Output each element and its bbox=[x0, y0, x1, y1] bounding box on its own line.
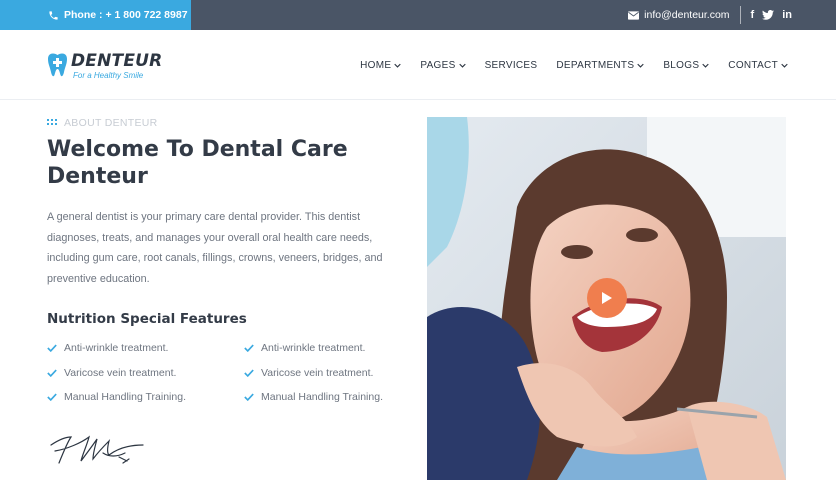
phone-contact[interactable]: Phone : + 1 800 722 8987 bbox=[0, 0, 191, 30]
chevron-down-icon bbox=[394, 63, 402, 68]
nav-services-label: SERVICES bbox=[484, 59, 538, 71]
section-eyebrow: ABOUT DENTEUR bbox=[47, 117, 158, 129]
nav-home-label: HOME bbox=[360, 59, 392, 71]
twitter-icon[interactable] bbox=[762, 10, 775, 20]
chevron-down-icon bbox=[458, 63, 466, 68]
nav-home[interactable]: HOME bbox=[360, 59, 402, 71]
nav-pages-label: PAGES bbox=[420, 59, 456, 71]
check-icon bbox=[244, 369, 254, 377]
logo[interactable]: DENTEUR For a Healthy Smile bbox=[47, 52, 162, 80]
page-title: Welcome To Dental Care Denteur bbox=[47, 137, 348, 189]
nav-services[interactable]: SERVICES bbox=[485, 60, 538, 71]
chevron-down-icon bbox=[781, 63, 788, 68]
check-icon bbox=[47, 344, 57, 352]
feature-item: Anti-wrinkle treatment. bbox=[47, 340, 244, 356]
chevron-down-icon bbox=[637, 63, 645, 68]
nav-blogs-label: BLOGS bbox=[663, 59, 700, 71]
phone-number[interactable]: + 1 800 722 8987 bbox=[106, 9, 188, 21]
social-links: f in bbox=[751, 9, 792, 21]
feature-item: Varicose vein treatment. bbox=[244, 365, 397, 381]
check-icon bbox=[244, 344, 254, 352]
dental-photo bbox=[427, 117, 786, 480]
eyebrow-label: ABOUT DENTEUR bbox=[64, 117, 158, 129]
nav-blogs[interactable]: BLOGS bbox=[663, 60, 709, 71]
feature-item: Manual Handling Training. bbox=[47, 389, 244, 405]
linkedin-icon[interactable]: in bbox=[782, 9, 792, 21]
feature-label: Varicose vein treatment. bbox=[261, 366, 374, 379]
features-title: Nutrition Special Features bbox=[47, 311, 247, 327]
nav-contact-label: CONTACT bbox=[728, 59, 778, 71]
play-video-button[interactable] bbox=[587, 278, 627, 318]
nav-departments-label: DEPARTMENTS bbox=[556, 59, 635, 71]
email-link[interactable]: info@denteur.com bbox=[644, 9, 729, 21]
phone-icon bbox=[48, 10, 59, 21]
feature-item: Manual Handling Training. bbox=[244, 389, 397, 405]
check-icon bbox=[47, 393, 57, 401]
envelope-icon bbox=[628, 10, 640, 20]
features-list: Anti-wrinkle treatment. Anti-wrinkle tre… bbox=[47, 340, 397, 405]
nav-departments[interactable]: DEPARTMENTS bbox=[556, 59, 645, 71]
chevron-down-icon bbox=[702, 63, 709, 68]
brand-tagline: For a Healthy Smile bbox=[73, 71, 144, 80]
feature-label: Varicose vein treatment. bbox=[64, 366, 177, 379]
main-nav: HOME PAGES SERVICES DEPARTMENTS BLOGS CO… bbox=[360, 30, 788, 100]
grid-dots-icon bbox=[47, 119, 57, 127]
feature-item: Anti-wrinkle treatment. bbox=[244, 340, 397, 356]
divider bbox=[739, 6, 741, 24]
check-icon bbox=[47, 369, 57, 377]
feature-label: Manual Handling Training. bbox=[64, 391, 186, 403]
play-icon bbox=[602, 292, 612, 304]
nav-contact[interactable]: CONTACT bbox=[728, 60, 788, 71]
feature-label: Manual Handling Training. bbox=[261, 391, 383, 403]
about-paragraph: A general dentist is your primary care d… bbox=[47, 211, 383, 285]
phone-label: Phone : bbox=[64, 9, 103, 21]
brand-name: DENTEUR bbox=[71, 51, 163, 71]
feature-item: Varicose vein treatment. bbox=[47, 365, 244, 381]
top-bar: Phone : + 1 800 722 8987 info@denteur.co… bbox=[0, 0, 836, 30]
signature bbox=[50, 435, 144, 464]
check-icon bbox=[244, 393, 254, 401]
top-right-contacts: info@denteur.com f in bbox=[628, 0, 792, 30]
facebook-icon[interactable]: f bbox=[751, 9, 755, 21]
site-header: DENTEUR For a Healthy Smile HOME PAGES S… bbox=[0, 30, 836, 100]
feature-label: Anti-wrinkle treatment. bbox=[261, 342, 366, 354]
tooth-logo-icon bbox=[48, 53, 67, 77]
nav-pages[interactable]: PAGES bbox=[420, 59, 466, 71]
feature-label: Anti-wrinkle treatment. bbox=[64, 342, 169, 354]
